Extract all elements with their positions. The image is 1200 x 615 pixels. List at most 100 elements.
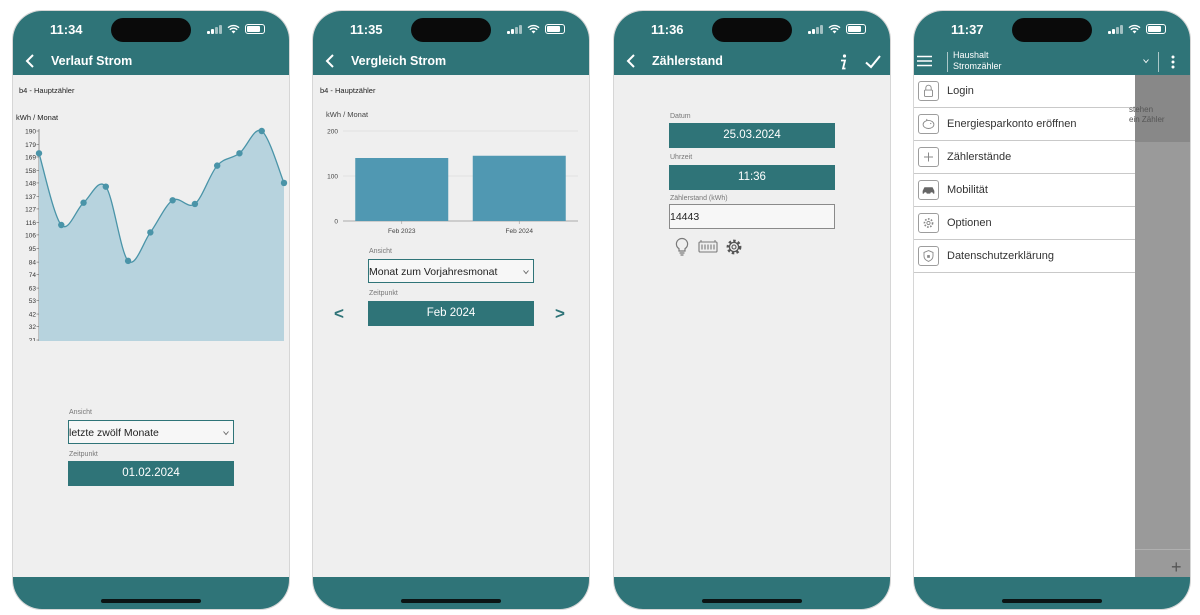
bottom-bar [13, 577, 289, 609]
gear-icon[interactable] [724, 237, 744, 257]
ansicht-label: Ansicht [69, 409, 92, 416]
dynamic-island [1012, 18, 1092, 42]
data-point [169, 197, 176, 204]
y-tick-label: 116 [26, 220, 37, 227]
phone-zaehlerstand: 11:36 Zählerstand Datum 25.03.2024 Uhrze… [613, 10, 891, 610]
uhrzeit-field[interactable]: 11:36 [669, 165, 835, 190]
shield-icon [918, 246, 939, 266]
data-point [191, 200, 199, 208]
menu-item-login[interactable]: Login [914, 75, 1135, 108]
background-hint-text: stehen ein Zähler [1129, 105, 1165, 125]
plus-icon [918, 147, 939, 167]
menu-item-datenschutz[interactable]: Datenschutzerklärung [914, 240, 1135, 273]
data-point [35, 150, 43, 157]
menu-item-label: Datenschutzerklärung [947, 250, 1055, 262]
more-options-icon[interactable] [1171, 55, 1175, 69]
zaehlerstand-value: 14443 [670, 211, 700, 223]
y-axis-label: kWh / Monat [16, 113, 59, 122]
x-tick-label: Feb 2023 [388, 228, 416, 235]
datum-field[interactable]: 25.03.2024 [669, 123, 835, 148]
meter-counter-icon[interactable] [698, 239, 718, 255]
menu-item-zaehlerstaende[interactable]: Zählerstände [914, 141, 1135, 174]
wifi-icon [828, 24, 841, 34]
data-point [102, 183, 110, 190]
menu-item-label: Mobilität [947, 184, 988, 196]
data-point [124, 257, 132, 265]
y-tick-label: 21 [29, 338, 37, 341]
phone-vergleich: 11:35 Vergleich Strom b4 - Hauptzähler k… [312, 10, 590, 610]
status-icons [1108, 24, 1166, 34]
chevron-down-icon [523, 270, 529, 275]
previous-button[interactable]: < [334, 304, 344, 324]
checkmark-icon[interactable] [864, 53, 882, 71]
battery-icon [846, 24, 866, 34]
menu-item-optionen[interactable]: Optionen [914, 207, 1135, 240]
wifi-icon [1128, 24, 1141, 34]
chevron-down-icon [223, 431, 229, 436]
zeitpunkt-button[interactable]: Feb 2024 [368, 301, 534, 326]
zeitpunkt-label: Zeitpunkt [369, 290, 398, 297]
signal-icon [1108, 24, 1123, 34]
y-tick-label: 169 [25, 154, 36, 161]
dimmed-background[interactable]: stehen ein Zähler + [1129, 75, 1190, 579]
y-tick-label: 106 [25, 232, 36, 239]
zeitpunkt-button[interactable]: 01.02.2024 [68, 461, 234, 486]
home-indicator[interactable] [401, 599, 501, 603]
comparison-bar-chart: kWh / Monat 0 100 200 Feb 2023 Feb 2024 [326, 110, 578, 235]
y-tick-label: 95 [29, 246, 37, 253]
status-icons [808, 24, 866, 34]
battery-icon [1146, 24, 1166, 34]
y-tick-label: 190 [25, 129, 36, 136]
meter-selector[interactable]: Haushalt Stromzähler [953, 50, 1002, 72]
info-icon[interactable] [836, 53, 850, 71]
lightbulb-icon[interactable] [674, 237, 690, 257]
ansicht-select[interactable]: letzte zwölf Monate [68, 420, 234, 444]
home-indicator[interactable] [1002, 599, 1102, 603]
data-point [80, 199, 87, 206]
lock-icon [918, 81, 939, 101]
ansicht-value: Monat zum Vorjahresmonat [369, 266, 498, 278]
chevron-down-icon[interactable] [1143, 58, 1149, 64]
y-tick-label: 42 [29, 312, 37, 319]
y-tick-label: 127 [25, 206, 36, 213]
home-indicator[interactable] [101, 599, 201, 603]
bottom-bar [914, 577, 1190, 609]
menu-item-mobilitaet[interactable]: Mobilität [914, 174, 1135, 207]
ansicht-select[interactable]: Monat zum Vorjahresmonat [368, 259, 534, 283]
back-chevron-icon[interactable] [622, 51, 642, 71]
y-tick-label: 100 [327, 174, 338, 181]
menu-item-label: Zählerstände [947, 151, 1012, 163]
uhrzeit-label: Uhrzeit [670, 154, 693, 161]
y-tick-label: 137 [25, 194, 36, 201]
y-tick-label: 53 [29, 298, 37, 305]
home-indicator[interactable] [702, 599, 802, 603]
household-name: Haushalt [953, 50, 989, 60]
y-tick-label: 158 [25, 168, 36, 175]
consumption-area-chart: kWh / Monat01121324253637484951061161271… [16, 113, 288, 341]
next-button[interactable]: > [555, 304, 565, 324]
meter-type: Stromzähler [953, 61, 1002, 71]
bottom-bar [313, 577, 589, 609]
nav-bar: Zählerstand [614, 49, 890, 75]
gear-icon [918, 213, 939, 233]
y-tick-label: 200 [327, 129, 338, 136]
y-tick-label: 84 [29, 260, 37, 267]
data-point [58, 221, 65, 229]
piggy-bank-icon [918, 114, 939, 134]
data-point [147, 229, 154, 236]
y-axis-label: kWh / Monat [326, 110, 369, 119]
data-point [258, 127, 265, 135]
menu-item-label: Optionen [947, 217, 992, 229]
bar [355, 158, 449, 221]
zaehlerstand-input[interactable]: 14443 [669, 204, 835, 229]
car-icon [918, 180, 939, 200]
status-time: 11:37 [951, 22, 984, 37]
bar [472, 155, 566, 221]
hamburger-menu-icon[interactable] [917, 55, 932, 67]
status-bar: 11:37 [914, 11, 1190, 49]
y-tick-label: 63 [29, 286, 37, 293]
y-tick-label: 0 [334, 219, 338, 226]
phone-verlauf: 11:34 Verlauf Strom b4 - Hauptzähler kWh… [12, 10, 290, 610]
add-button[interactable]: + [1171, 557, 1182, 578]
menu-item-energiesparkonto[interactable]: Energiesparkonto eröffnen [914, 108, 1135, 141]
